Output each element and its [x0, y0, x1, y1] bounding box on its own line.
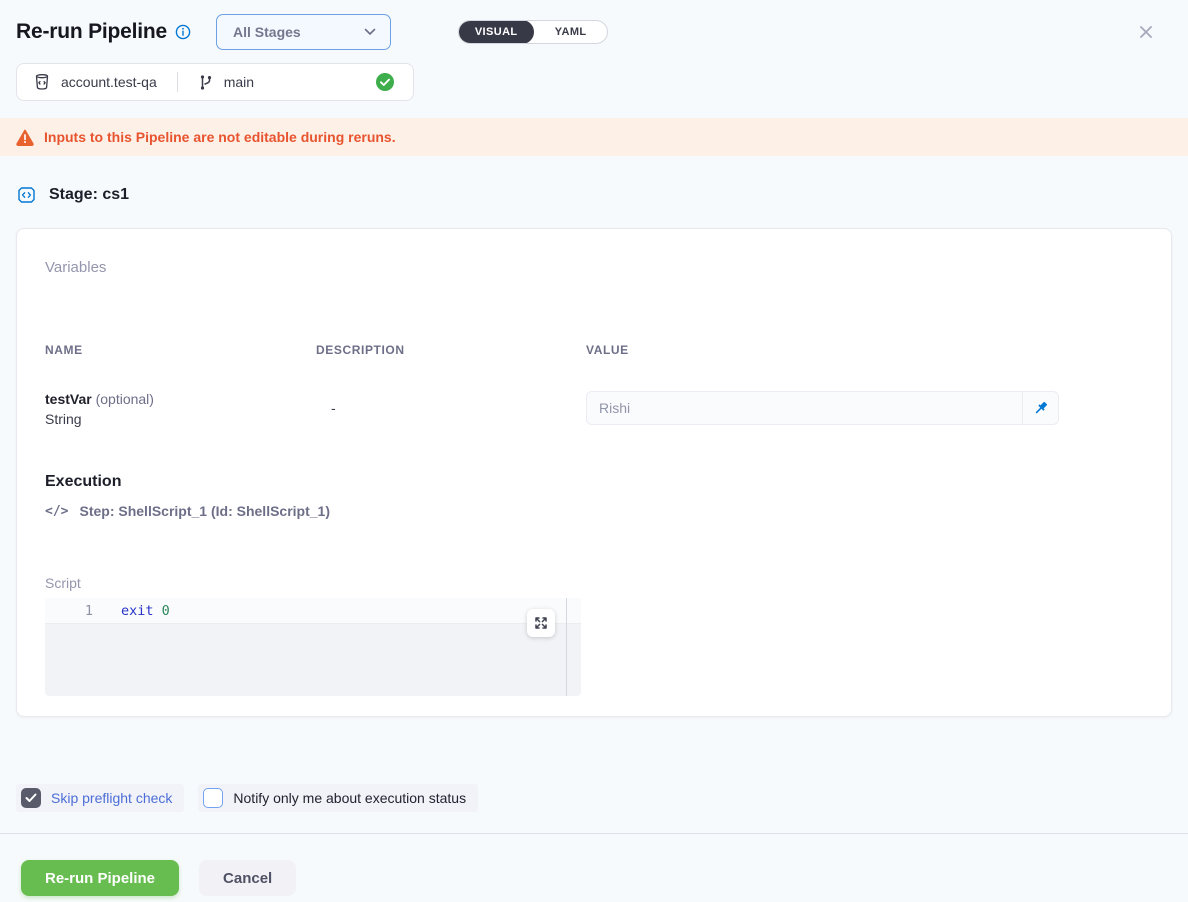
footer: Re-run Pipeline Cancel [0, 834, 1188, 896]
variable-optional-tag: (optional) [96, 391, 154, 407]
variable-name: testVar [45, 391, 92, 407]
column-header-description: DESCRIPTION [316, 343, 586, 357]
branch-name: main [224, 74, 254, 90]
visual-yaml-toggle: VISUAL YAML [458, 20, 608, 44]
column-header-value: VALUE [586, 343, 1059, 357]
repo-name: account.test-qa [61, 74, 157, 90]
chip-divider [177, 72, 178, 92]
toggle-visual[interactable]: VISUAL [458, 20, 534, 44]
stage-selector-value: All Stages [233, 24, 301, 40]
variable-value-input[interactable] [587, 392, 1022, 424]
run-options-row: Skip preflight check Notify only me abou… [16, 784, 1188, 812]
column-header-name: NAME [45, 343, 316, 357]
line-number: 1 [45, 603, 93, 619]
notify-me-option[interactable]: Notify only me about execution status [198, 784, 478, 812]
variables-table-header: NAME DESCRIPTION VALUE [45, 343, 1143, 357]
repository-icon [33, 73, 51, 91]
script-label: Script [45, 575, 1143, 592]
expand-editor-button[interactable] [527, 609, 555, 637]
notify-me-label: Notify only me about execution status [233, 790, 466, 806]
repo-branch-row: account.test-qa main [16, 63, 1172, 101]
warning-message: Inputs to this Pipeline are not editable… [44, 129, 396, 145]
script-code-editor[interactable]: 1 exit 0 [45, 598, 581, 696]
custom-stage-icon [16, 185, 37, 205]
branch-status-success-icon [375, 72, 395, 92]
variable-value-field [586, 391, 1059, 425]
rerun-pipeline-button[interactable]: Re-run Pipeline [21, 860, 179, 896]
variables-section-title: Variables [45, 259, 1143, 277]
stage-heading: Stage: cs1 [49, 186, 129, 204]
repo-branch-chip[interactable]: account.test-qa main [16, 63, 414, 101]
code-line: 1 exit 0 [45, 598, 581, 624]
code-icon: </> [45, 504, 68, 519]
close-icon[interactable] [1134, 20, 1158, 44]
skip-preflight-label: Skip preflight check [51, 790, 172, 806]
stage-selector-dropdown[interactable]: All Stages [216, 14, 391, 50]
warning-banner: Inputs to this Pipeline are not editable… [0, 118, 1188, 156]
skip-preflight-checkbox[interactable] [21, 788, 41, 808]
step-heading-row: </> Step: ShellScript_1 (Id: ShellScript… [45, 503, 1143, 519]
git-branch-icon [198, 74, 214, 91]
code-keyword: exit [121, 603, 154, 619]
variable-row: testVar (optional) String - [45, 391, 1143, 427]
cancel-button[interactable]: Cancel [199, 860, 296, 896]
dialog-header: Re-run Pipeline All Stages VISUAL YAML [0, 0, 1188, 50]
variable-type: String [45, 411, 316, 427]
variable-description: - [316, 391, 586, 416]
info-icon[interactable] [175, 24, 191, 40]
code-value: 0 [162, 603, 170, 619]
page-title: Re-run Pipeline [16, 20, 167, 44]
skip-preflight-option[interactable]: Skip preflight check [16, 784, 184, 812]
step-heading: Step: ShellScript_1 (Id: ShellScript_1) [79, 503, 330, 519]
execution-section-title: Execution [45, 473, 1143, 490]
stage-heading-row: Stage: cs1 [16, 185, 1188, 205]
pin-icon[interactable] [1022, 392, 1058, 424]
notify-me-checkbox[interactable] [203, 788, 223, 808]
toggle-yaml[interactable]: YAML [534, 20, 607, 44]
stage-inputs-card: Variables NAME DESCRIPTION VALUE testVar… [16, 228, 1172, 717]
variable-name-cell: testVar (optional) String [45, 391, 316, 427]
editor-scrollbar[interactable] [566, 598, 567, 696]
warning-triangle-icon [16, 129, 34, 146]
chevron-down-icon [364, 28, 376, 36]
